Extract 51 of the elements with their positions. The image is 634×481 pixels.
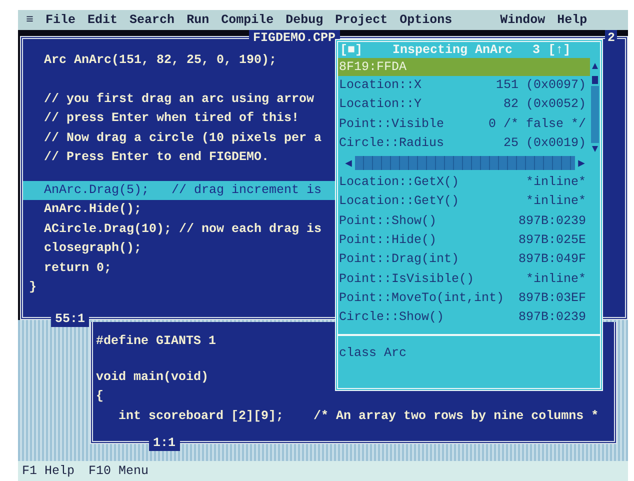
scroll-up-icon[interactable]: [591, 62, 599, 70]
code-line: void main(void): [96, 368, 209, 386]
menu-item[interactable]: ≡: [26, 13, 34, 27]
code-line: AnArc.Hide();: [43, 201, 143, 218]
method-row[interactable]: Point::Show() 897B:0239: [338, 212, 590, 232]
code-line: ACircle.Drag(10); // now each drag is: [43, 220, 323, 238]
scroll-down-icon[interactable]: [591, 145, 599, 154]
menu-item[interactable]: File: [46, 13, 76, 27]
code-line: closegraph();: [43, 240, 143, 257]
window-number: 3: [532, 43, 540, 57]
menu-item[interactable]: Compile: [221, 13, 274, 27]
code-line: // Press Enter to end FIGDEMO.: [43, 149, 270, 166]
code-line: #define GIANTS 1: [96, 333, 216, 350]
menu-item[interactable]: Project: [335, 13, 388, 27]
field-row[interactable]: Location::Y 82 (0x0052): [338, 95, 590, 115]
scroll-left-icon[interactable]: [344, 158, 353, 168]
method-row[interactable]: Point::IsVisible() *inline*: [338, 270, 590, 289]
address-row: 8F19:FFDA: [338, 58, 590, 76]
code-line: // Now drag a circle (10 pixels per a: [43, 130, 323, 146]
method-row[interactable]: Point::MoveTo(int,int) 897B:03EF: [338, 288, 590, 308]
code-line: // you first drag an arc using arrow: [43, 90, 316, 108]
status-hint[interactable]: F1 Help: [22, 464, 75, 478]
cursor-position: 1:1: [149, 435, 180, 451]
field-row[interactable]: Point::Visible 0 /* false */: [338, 114, 590, 134]
type-label: class Arc: [338, 344, 408, 360]
menu-item[interactable]: Window: [500, 13, 546, 27]
field-row[interactable]: Circle::Radius 25 (0x0019): [338, 134, 590, 154]
status-hint[interactable]: F10 Menu: [88, 464, 149, 478]
code-line: // press Enter when tired of this!: [43, 110, 300, 127]
cursor-position: 55:1: [51, 311, 90, 327]
code-line: int scoreboard [2][9]; /* An array two rows by nine columns *: [118, 408, 599, 424]
field-row[interactable]: Location::X 151 (0x0097): [338, 76, 590, 96]
code-line: {: [96, 388, 104, 405]
method-row[interactable]: Point::Drag(int) 897B:049F: [338, 250, 590, 270]
method-row[interactable]: Location::GetY() *inline*: [338, 192, 590, 212]
method-row[interactable]: Location::GetX() *inline*: [338, 173, 590, 192]
menu-item[interactable]: Edit: [88, 13, 118, 27]
method-row[interactable]: Point::Hide() 897B:025E: [338, 231, 590, 250]
menu-item[interactable]: Debug: [286, 13, 324, 27]
window-title: Inspecting AnArc: [392, 43, 513, 57]
scroll-thumb[interactable]: [592, 76, 598, 84]
code-line: return 0;: [43, 260, 113, 276]
menu-item[interactable]: Run: [186, 13, 210, 27]
horizontal-scrollbar[interactable]: [344, 155, 586, 172]
scroll-right-icon[interactable]: [577, 158, 586, 168]
code-line: }: [28, 279, 38, 296]
menu-item[interactable]: Options: [400, 13, 452, 27]
menu-item[interactable]: Help: [557, 13, 588, 27]
menu-item[interactable]: Search: [130, 13, 175, 27]
method-row[interactable]: Circle::Show() 897B:0239: [338, 308, 590, 328]
code-line: Arc AnArc(151, 82, 25, 0, 190);: [43, 52, 278, 69]
